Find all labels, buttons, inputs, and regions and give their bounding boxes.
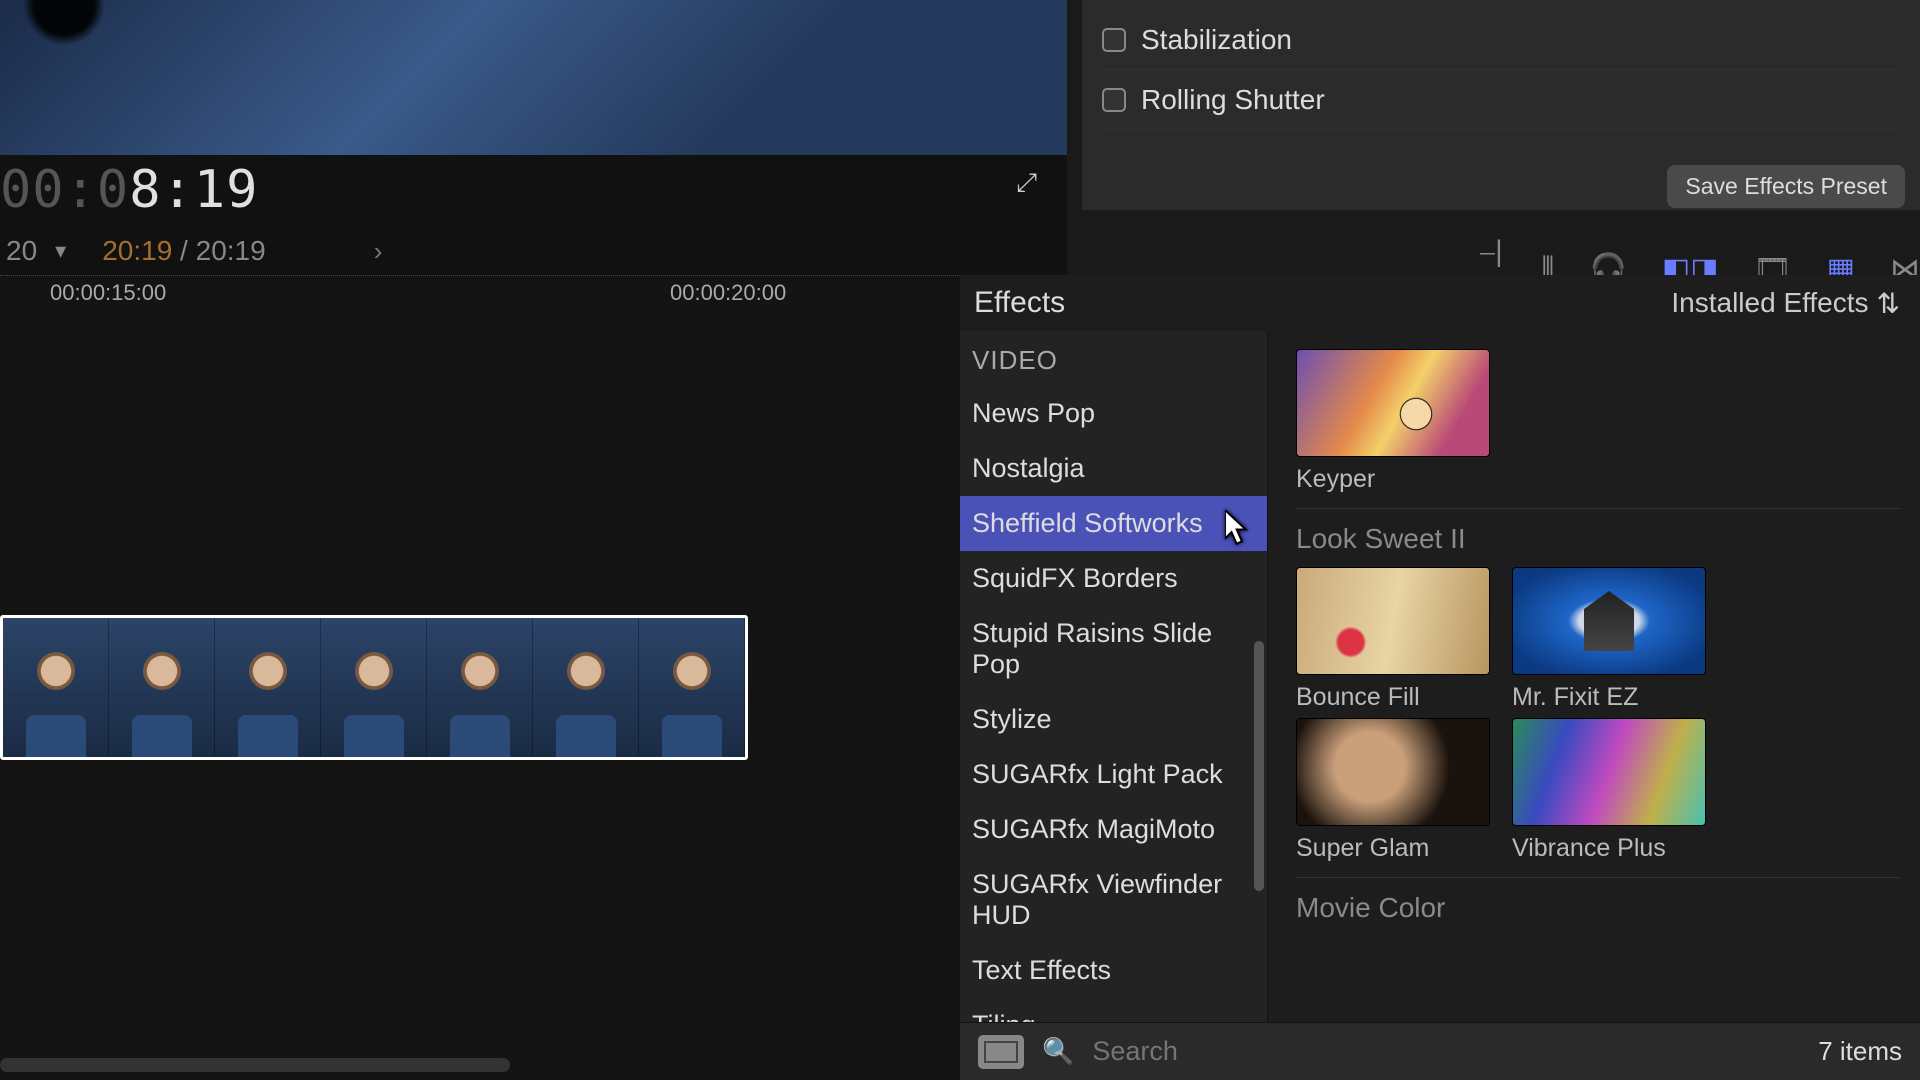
timeline-scrollbar[interactable] [0,1058,510,1072]
timeline[interactable]: 00:00:15:00 00:00:20:00 [0,275,960,1080]
effect-vibrance-plus[interactable]: Vibrance Plus [1512,718,1706,863]
inspector-panel: Stabilization Rolling Shutter Save Effec… [1082,0,1920,210]
clip-thumbnail [3,618,109,757]
effect-thumbnail [1296,567,1490,675]
category-tiling[interactable]: Tiling [960,998,1267,1022]
updown-icon: ⇅ [1877,287,1900,320]
installed-effects-dropdown[interactable]: Installed Effects⇅ [1671,287,1900,320]
effect-section-title: Movie Color [1296,877,1900,924]
timeline-clip[interactable] [0,615,748,760]
effects-browser: Effects Installed Effects⇅ VIDEO News Po… [960,275,1920,1080]
save-effects-preset-button[interactable]: Save Effects Preset [1667,165,1905,208]
effect-bounce-fill[interactable]: Bounce Fill [1296,567,1490,712]
category-scrollbar[interactable] [1254,641,1264,891]
stabilization-row[interactable]: Stabilization [1102,10,1900,70]
effects-footer: 🔍 7 items [960,1022,1920,1080]
category-text-effects[interactable]: Text Effects [960,943,1267,998]
category-sugarfx-viewfinder-hud[interactable]: SUGARfx Viewfinder HUD [960,857,1267,943]
effect-thumbnail [1296,718,1490,826]
position-ratio: 20:19 / 20:19 [102,235,266,267]
category-sugarfx-magimoto[interactable]: SUGARfx MagiMoto [960,802,1267,857]
effects-search-input[interactable] [1092,1036,1800,1067]
category-nostalgia[interactable]: Nostalgia [960,441,1267,496]
ruler-tick: 00:00:20:00 [670,280,786,306]
category-sugarfx-light-pack[interactable]: SUGARfx Light Pack [960,747,1267,802]
ruler-tick: 00:00:15:00 [50,280,166,306]
category-stupid-raisins-slide-pop[interactable]: Stupid Raisins Slide Pop [960,606,1267,692]
category-sheffield-softworks[interactable]: Sheffield Softworks [960,496,1267,551]
next-edit-icon[interactable]: › [374,236,383,267]
transport-bar: 00:08:19 ⤢ 20 ▾ 20:19 / 20:19 › [0,155,1067,275]
item-count: 7 items [1818,1036,1902,1067]
category-squidfx-borders[interactable]: SquidFX Borders [960,551,1267,606]
clip-thumbnail [321,618,427,757]
effects-category-list[interactable]: VIDEO News PopNostalgiaSheffield Softwor… [960,331,1268,1022]
effects-grid[interactable]: Keyper Look Sweet II Bounce Fill Mr. Fix… [1268,331,1920,1022]
stabilization-checkbox[interactable] [1102,28,1126,52]
category-news-pop[interactable]: News Pop [960,386,1267,441]
clip-thumbnail [427,618,533,757]
effects-title: Effects [974,286,1065,320]
zoom-level[interactable]: 20 [6,235,37,267]
effect-mr-fixit[interactable]: Mr. Fixit EZ [1512,567,1706,712]
effect-keyper[interactable]: Keyper [1296,349,1490,494]
effect-thumbnail [1296,349,1490,457]
chevron-down-icon[interactable]: ▾ [55,238,66,264]
sidebar-toggle-button[interactable] [978,1035,1024,1069]
timeline-ruler[interactable]: 00:00:15:00 00:00:20:00 [0,275,960,305]
rolling-shutter-row[interactable]: Rolling Shutter [1102,70,1900,130]
clip-thumbnail [215,618,321,757]
effect-super-glam[interactable]: Super Glam [1296,718,1490,863]
clip-thumbnail [639,618,745,757]
fullscreen-icon[interactable]: ⤢ [1016,167,1037,199]
rolling-shutter-checkbox[interactable] [1102,88,1126,112]
category-stylize[interactable]: Stylize [960,692,1267,747]
search-icon[interactable]: 🔍 [1042,1036,1074,1067]
current-timecode: 00:08:19 [0,160,258,220]
effect-thumbnail [1512,567,1706,675]
effect-thumbnail [1512,718,1706,826]
viewer-preview[interactable] [0,0,1067,155]
stabilization-label: Stabilization [1141,24,1292,56]
rolling-shutter-label: Rolling Shutter [1141,84,1325,116]
category-section-header: VIDEO [960,331,1267,386]
clip-thumbnail [533,618,639,757]
clip-thumbnail [109,618,215,757]
effect-section-title: Look Sweet II [1296,508,1900,555]
